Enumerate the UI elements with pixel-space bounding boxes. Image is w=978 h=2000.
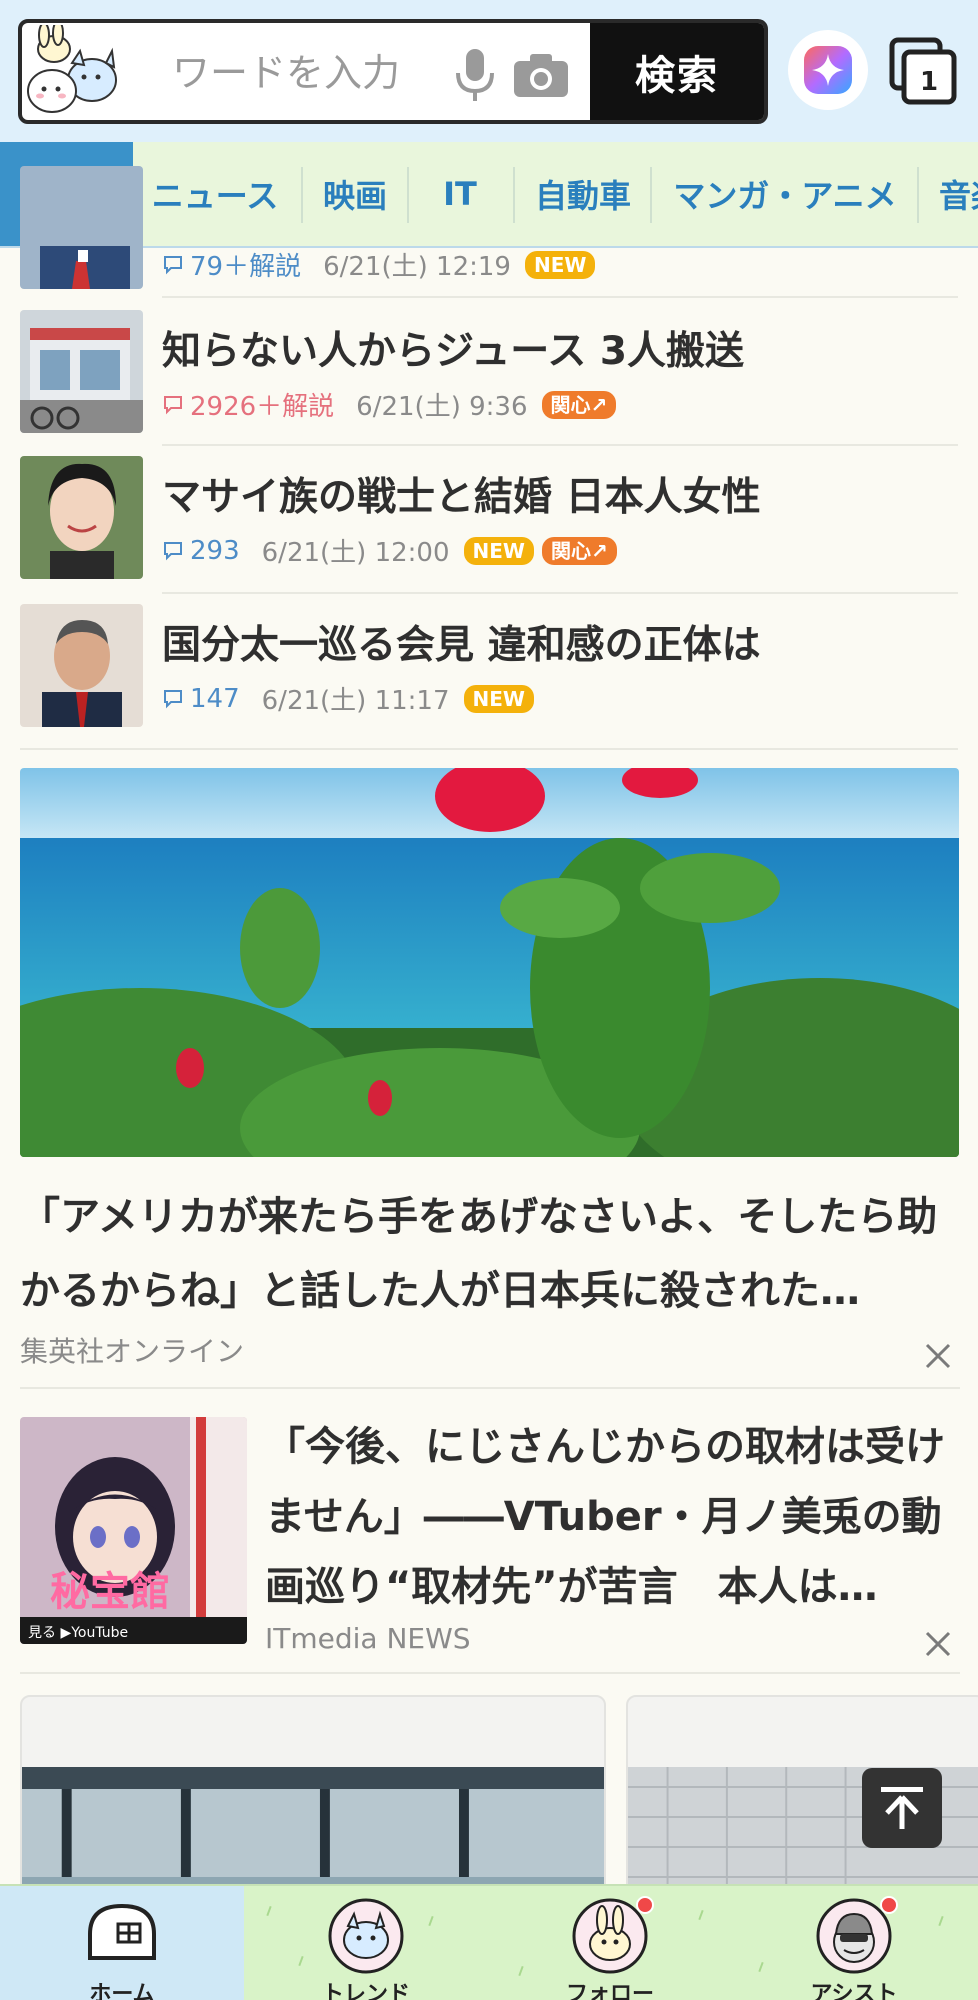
ai-assistant-button[interactable]	[788, 30, 868, 110]
news-title[interactable]: マサイ族の戦士と結婚 日本人女性	[162, 466, 761, 522]
comment-count[interactable]: 2926＋解説	[162, 386, 334, 423]
news-item[interactable]: マサイ族の戦士と結婚 日本人女性 293 6/21(土) 12:00 NEW 関…	[0, 456, 978, 586]
nav-label: フォロー	[565, 1982, 654, 2000]
news-date: 6/21(土) 12:19	[323, 252, 511, 282]
divider	[162, 296, 958, 298]
news-thumbnail	[20, 166, 143, 289]
news-title[interactable]: 国分太一巡る会見 違和感の正体は	[162, 614, 761, 670]
category-tab-bar: すべて ニュース 映画 IT 自動車 マンガ・アニメ 音楽	[0, 142, 978, 248]
news-date: 6/21(土) 12:00	[261, 538, 450, 568]
tab-movie[interactable]: 映画	[305, 142, 405, 246]
news-item[interactable]: 知らない人からジュース 3人搬送 2926＋解説 6/21(土) 9:36 関心…	[0, 310, 978, 440]
news-thumbnail	[20, 456, 143, 579]
divider	[20, 1672, 960, 1674]
comment-icon	[164, 395, 182, 414]
notification-dot	[880, 1896, 898, 1914]
comment-count[interactable]: 79＋解説	[162, 246, 301, 283]
nav-label: アシスト	[810, 1982, 898, 2000]
tab-divider	[650, 167, 652, 223]
search-header: 検索 1	[0, 0, 978, 142]
close-icon[interactable]	[922, 1628, 954, 1660]
tabs-icon: 1	[889, 37, 957, 105]
news-item[interactable]: 79＋解説 6/21(土) 12:19 NEW	[0, 166, 978, 289]
tab-car[interactable]: 自動車	[518, 142, 648, 246]
feature-image[interactable]	[20, 768, 959, 1157]
new-badge: NEW	[463, 536, 534, 565]
tab-divider	[917, 167, 919, 223]
thumbnail-overlay-text: 秘宝館	[50, 1569, 170, 1615]
news-meta: 293 6/21(土) 12:00 NEW 関心↗	[162, 532, 625, 569]
news-meta: 2926＋解説 6/21(土) 9:36 関心↗	[162, 386, 624, 423]
news-meta: 79＋解説 6/21(土) 12:19 NEW	[162, 246, 603, 283]
tab-count: 1	[920, 67, 938, 97]
tab-divider	[513, 167, 515, 223]
news-item[interactable]: 国分太一巡る会見 違和感の正体は 147 6/21(土) 11:17 NEW	[0, 604, 978, 734]
sparkle-icon	[804, 46, 852, 94]
news-thumbnail	[20, 604, 143, 727]
nav-home[interactable]: ホーム	[0, 1886, 244, 2000]
divider	[20, 1387, 960, 1389]
news-date: 6/21(土) 9:36	[356, 392, 528, 422]
tab-music[interactable]: 音楽	[925, 142, 978, 246]
news-title[interactable]: 知らない人からジュース 3人搬送	[162, 320, 744, 376]
article-title[interactable]: 「今後、にじさんじからの取材は受けません」――VTuber・月ノ美兎の動画巡り“…	[265, 1412, 965, 1622]
divider	[20, 748, 958, 750]
nav-trend[interactable]: トレンド	[244, 1886, 488, 2000]
new-badge: NEW	[463, 684, 534, 713]
news-date: 6/21(土) 11:17	[261, 686, 450, 716]
article-thumbnail[interactable]: 秘宝館 見る ▶YouTube	[20, 1417, 247, 1644]
divider	[162, 444, 958, 446]
trend-icon	[326, 1894, 406, 1974]
comment-icon	[164, 689, 182, 708]
arrow-up-icon	[881, 1787, 923, 1829]
open-tabs-button[interactable]: 1	[888, 36, 958, 106]
follow-icon	[570, 1894, 654, 1974]
nav-follow[interactable]: フォロー	[488, 1886, 732, 2000]
close-icon[interactable]	[922, 1340, 954, 1372]
feature-title[interactable]: 「アメリカが来たら手をあげなさいよ、そしたら助かるからね」と話した人が日本兵に殺…	[20, 1180, 960, 1328]
scroll-to-top-button[interactable]	[862, 1768, 942, 1848]
article-source: ITmedia NEWS	[265, 1622, 471, 1655]
bottom-navigation: ホーム トレンド フォロー アシスト	[0, 1884, 978, 2000]
tab-manga-anime[interactable]: マンガ・アニメ	[655, 142, 915, 246]
search-button[interactable]: 検索	[590, 23, 764, 120]
comment-icon	[164, 255, 182, 274]
nav-label: ホーム	[89, 1982, 155, 2000]
interest-badge: 関心↗	[541, 390, 617, 419]
tab-news[interactable]: ニュース	[140, 142, 290, 246]
news-meta: 147 6/21(土) 11:17 NEW	[162, 680, 542, 717]
camera-icon[interactable]	[512, 51, 570, 99]
mascot-logo-icon[interactable]	[24, 25, 120, 118]
comment-count[interactable]: 147	[162, 684, 240, 714]
thumbnail-caption: 見る ▶YouTube	[28, 1625, 128, 1641]
tab-it[interactable]: IT	[410, 142, 510, 246]
new-badge: NEW	[524, 250, 596, 279]
nav-assist[interactable]: アシスト	[732, 1886, 976, 2000]
tab-divider	[407, 167, 409, 223]
comment-icon	[164, 541, 182, 560]
notification-dot	[636, 1896, 654, 1914]
news-thumbnail	[20, 310, 143, 433]
search-input[interactable]	[172, 45, 432, 100]
microphone-icon[interactable]	[450, 47, 500, 103]
tab-divider	[301, 167, 303, 223]
interest-badge: 関心↗	[541, 536, 617, 565]
comment-count[interactable]: 293	[162, 536, 240, 566]
home-icon	[82, 1894, 162, 1974]
divider	[162, 592, 958, 594]
search-box[interactable]: 検索	[18, 19, 768, 124]
assist-icon	[814, 1894, 898, 1974]
feature-source: 集英社オンライン	[20, 1335, 245, 1368]
nav-label: トレンド	[321, 1982, 410, 2000]
